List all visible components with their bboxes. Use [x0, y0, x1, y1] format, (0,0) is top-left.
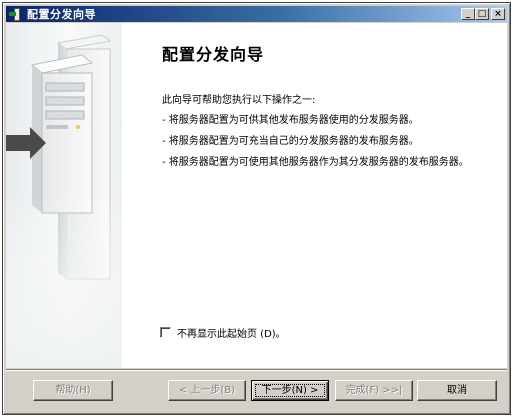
help-button[interactable]: 帮助(H)	[33, 380, 113, 401]
title-bar[interactable]: 配置分发向导 _ □ ×	[6, 6, 507, 22]
button-divider	[6, 369, 507, 371]
server-wizard-icon	[9, 7, 23, 21]
wizard-main-panel: 配置分发向导 此向导可帮助您执行以下操作之一: - 将服务器配置为可供其他发布服…	[122, 23, 507, 368]
wizard-window: 配置分发向导 _ □ × 配置分发向导 此向导可帮助您执行以下操作之一: - 将…	[2, 2, 511, 415]
wizard-content: 配置分发向导 此向导可帮助您执行以下操作之一: - 将服务器配置为可供其他发布服…	[6, 23, 507, 368]
window-title: 配置分发向导	[27, 8, 96, 21]
server-illustration	[6, 34, 122, 368]
minimize-button[interactable]: _	[461, 8, 475, 20]
list-item: - 将服务器配置为可使用其他服务器作为其分发服务器的发布服务器。	[162, 157, 469, 168]
next-button[interactable]: 下一步(N) >	[251, 380, 329, 401]
close-button[interactable]: ×	[491, 8, 505, 20]
skip-start-page-option[interactable]: 不再显示此起始页 (D)。	[160, 325, 286, 340]
list-item: - 将服务器配置为可充当自己的分发服务器的发布服务器。	[162, 136, 419, 147]
page-title: 配置分发向导	[162, 45, 265, 64]
skip-start-page-label[interactable]: 不再显示此起始页 (D)。	[177, 325, 286, 340]
list-item: - 将服务器配置为可供其他发布服务器使用的分发服务器。	[162, 115, 419, 126]
skip-start-page-checkbox[interactable]	[160, 327, 171, 338]
cancel-button[interactable]: 取消	[417, 380, 497, 401]
back-button[interactable]: < 上一步(B)	[168, 380, 246, 401]
intro-text: 此向导可帮助您执行以下操作之一:	[162, 95, 316, 106]
wizard-side-banner	[6, 23, 122, 368]
maximize-button[interactable]: □	[475, 8, 489, 20]
finish-button[interactable]: 完成(F) >>|	[335, 380, 413, 401]
option-list: - 将服务器配置为可供其他发布服务器使用的分发服务器。 - 将服务器配置为可充当…	[162, 111, 469, 174]
